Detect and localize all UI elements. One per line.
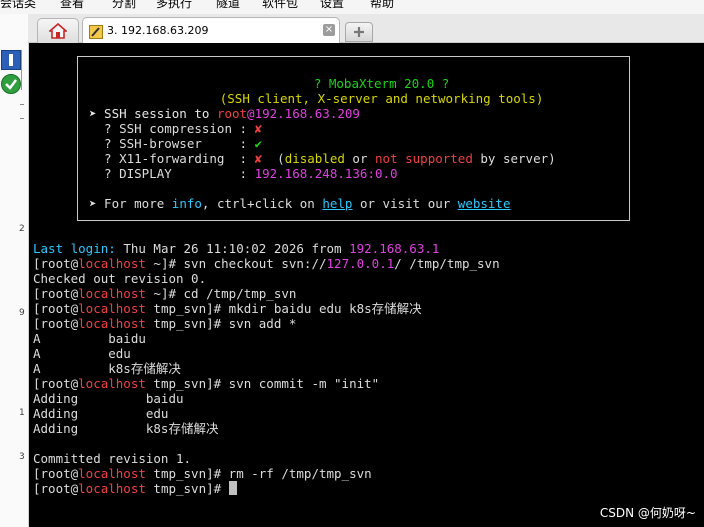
cross-icon: ✘ bbox=[254, 151, 263, 166]
menu-item-tunneling[interactable]: 隧道 bbox=[216, 0, 240, 11]
sidebar-digit: 9 bbox=[19, 308, 25, 318]
check-icon[interactable] bbox=[1, 74, 21, 94]
terminal-icon bbox=[89, 24, 103, 39]
sidebar-digit: 3 bbox=[19, 452, 25, 462]
banner-session-line: ➤ SSH session to root@192.168.63.209 bbox=[89, 106, 360, 121]
help-link[interactable]: help bbox=[322, 196, 352, 211]
menu-item-split[interactable]: 分割 bbox=[112, 0, 136, 11]
banner-title: ? MobaXterm 20.0 ? bbox=[313, 76, 450, 91]
tab-session-label: 3. 192.168.63.209 bbox=[107, 24, 209, 37]
terminal-line: [root@localhost ~]# cd /tmp/tmp_svn bbox=[33, 286, 297, 301]
watermark: CSDN @何奶呀~ bbox=[599, 506, 696, 520]
home-icon bbox=[49, 23, 67, 39]
banner-subtitle: (SSH client, X-server and networking too… bbox=[219, 91, 544, 106]
menu-item-packages[interactable]: 软件包 bbox=[262, 0, 298, 11]
check-icon: ✔ bbox=[254, 136, 263, 151]
banner-compression-line: ? SSH compression : ✘ bbox=[89, 121, 263, 136]
menu-item-help[interactable]: 帮助 bbox=[370, 0, 394, 11]
terminal-line: [root@localhost tmp_svn]# svn add * bbox=[33, 316, 297, 331]
new-tab-button[interactable] bbox=[345, 22, 373, 42]
terminal-line: A edu bbox=[33, 346, 131, 361]
terminal-prompt-line[interactable]: [root@localhost tmp_svn]# bbox=[33, 481, 237, 496]
terminal-line: Adding k8s存储解决 bbox=[33, 421, 219, 436]
menu-item-settings[interactable]: 设置 bbox=[320, 0, 344, 11]
sessions-panel-icon[interactable] bbox=[1, 50, 21, 70]
terminal-line: Adding baidu bbox=[33, 391, 184, 406]
sidebar-divider bbox=[21, 50, 22, 90]
sidebar-digit: 2 bbox=[19, 224, 25, 234]
left-sidebar: 2 9 1 3 bbox=[0, 14, 29, 527]
tab-session[interactable]: 3. 192.168.63.209 × bbox=[82, 17, 340, 43]
menu-item-multiexec[interactable]: 多执行 bbox=[156, 0, 192, 11]
banner-browser-line: ? SSH-browser : ✔ bbox=[89, 136, 263, 151]
cross-icon: ✘ bbox=[254, 121, 263, 136]
terminal-line: [root@localhost tmp_svn]# mkdir baidu ed… bbox=[33, 301, 422, 316]
website-link[interactable]: website bbox=[458, 196, 511, 211]
menu-item-view[interactable]: 查看 bbox=[60, 0, 84, 11]
sidebar-digit: 1 bbox=[19, 408, 25, 418]
terminal-line: Adding edu bbox=[33, 406, 169, 421]
terminal-line: A k8s存储解决 bbox=[33, 361, 181, 376]
banner-more-line: ➤ For more info, ctrl+click on help or v… bbox=[89, 196, 511, 211]
terminal-line: [root@localhost ~]# svn checkout svn://1… bbox=[33, 256, 500, 271]
tab-bar: 3. 192.168.63.209 × bbox=[28, 14, 704, 43]
home-tab[interactable] bbox=[37, 18, 79, 43]
close-icon[interactable]: × bbox=[323, 24, 335, 36]
menu-bar: 会话类 查看 分割 多执行 隧道 软件包 设置 帮助 bbox=[0, 0, 704, 14]
terminal-line: A baidu bbox=[33, 331, 146, 346]
last-login-line: Last login: Thu Mar 26 11:10:02 2026 fro… bbox=[33, 241, 440, 256]
terminal-line: Committed revision 1. bbox=[33, 451, 192, 466]
terminal-line: [root@localhost tmp_svn]# rm -rf /tmp/tm… bbox=[33, 466, 372, 481]
sidebar-tick bbox=[20, 118, 24, 119]
plus-icon bbox=[354, 27, 364, 37]
menu-item-sessions[interactable]: 会话类 bbox=[0, 0, 36, 11]
banner-x11-line: ? X11-forwarding : ✘ (disabled or not su… bbox=[89, 151, 556, 166]
terminal-line: Checked out revision 0. bbox=[33, 271, 207, 286]
terminal-view[interactable]: ? MobaXterm 20.0 ? (SSH client, X-server… bbox=[29, 43, 704, 527]
banner-display-line: ? DISPLAY : 192.168.248.136:0.0 bbox=[89, 166, 398, 181]
info-link[interactable]: info bbox=[172, 196, 202, 211]
sidebar-tick bbox=[20, 104, 24, 105]
text-cursor bbox=[228, 481, 237, 495]
terminal-line: [root@localhost tmp_svn]# svn commit -m … bbox=[33, 376, 380, 391]
